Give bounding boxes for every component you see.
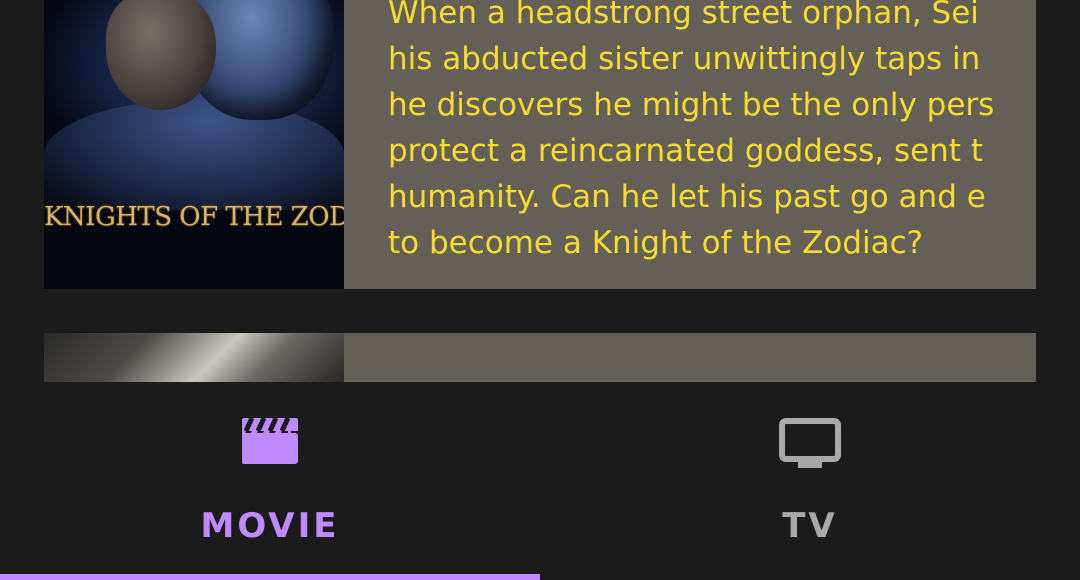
movie-card[interactable]: KNIGHTS OF THE ZODIAC When a headstrong … (44, 0, 1036, 289)
clapperboard-icon (242, 416, 298, 469)
description-line: his abducted sister unwittingly taps in (388, 41, 981, 77)
poster-logo-text: KNIGHTS OF THE ZODIAC (44, 202, 344, 232)
description-line: protect a reincarnated goddess, sent t (388, 133, 983, 169)
description-line: he discovers he might be the only pers (388, 87, 995, 123)
description-line: When a headstrong street orphan, Sei (388, 0, 979, 31)
tv-icon (779, 418, 841, 475)
description-line: to become a Knight of the Zodiac? (388, 225, 924, 261)
tab-tv-label: TV (782, 506, 838, 546)
app-screen: KNIGHTS OF THE ZODIAC When a headstrong … (0, 0, 1080, 580)
movie-card[interactable] (44, 333, 1036, 382)
bottom-navigation: MOVIE TV (0, 382, 1080, 580)
active-tab-indicator (0, 574, 540, 580)
movie-poster[interactable] (44, 333, 344, 382)
tab-movie[interactable]: MOVIE (0, 382, 540, 580)
movie-poster[interactable]: KNIGHTS OF THE ZODIAC (44, 0, 344, 289)
poster-armor-art (44, 100, 344, 210)
tab-movie-label: MOVIE (200, 506, 340, 546)
tab-tv[interactable]: TV (540, 382, 1080, 580)
movie-description: When a headstrong street orphan, Sei his… (388, 0, 1036, 266)
description-line: humanity. Can he let his past go and e (388, 179, 986, 215)
movie-list[interactable]: KNIGHTS OF THE ZODIAC When a headstrong … (0, 0, 1080, 382)
